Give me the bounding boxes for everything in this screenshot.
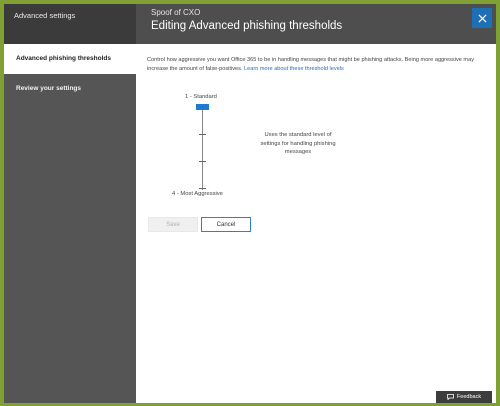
slider-tick: [199, 161, 206, 162]
panel-header: Spoof of CXO Editing Advanced phishing t…: [136, 4, 496, 44]
description: Control how aggressive you want Office 3…: [147, 56, 483, 73]
sidebar-item-advanced-phishing-thresholds[interactable]: Advanced phishing thresholds: [4, 44, 136, 74]
page-title: Editing Advanced phishing thresholds: [151, 20, 343, 32]
content-area: Control how aggressive you want Office 3…: [147, 56, 483, 73]
slider-tick: [199, 188, 206, 189]
slider-level-description: Uses the standard level of settings for …: [260, 132, 336, 155]
slider-thumb[interactable]: [196, 104, 209, 110]
feedback-label: Feedback: [456, 394, 482, 400]
sidebar: Advanced settings Advanced phishing thre…: [4, 4, 136, 403]
feedback-button[interactable]: Feedback: [436, 391, 492, 403]
learn-more-link[interactable]: Learn more about these threshold levels: [244, 66, 344, 72]
slider-track[interactable]: [202, 106, 203, 190]
sidebar-header: Advanced settings: [4, 4, 136, 44]
cancel-button[interactable]: Cancel: [201, 217, 251, 232]
slider-tick: [199, 134, 206, 135]
close-icon: [477, 13, 487, 23]
policy-name: Spoof of CXO: [151, 8, 201, 17]
save-button[interactable]: Save: [148, 217, 198, 232]
close-button[interactable]: [472, 8, 492, 28]
slider-label-most-aggressive: 4 - Most Aggressive: [172, 191, 223, 197]
chat-bubble-icon: [447, 394, 454, 400]
slider-label-standard: 1 - Standard: [185, 94, 217, 100]
threshold-slider: 1 - Standard 4 - Most Aggressive Uses th…: [147, 92, 387, 207]
sidebar-item-review-settings[interactable]: Review your settings: [4, 74, 136, 104]
settings-panel: Advanced settings Advanced phishing thre…: [4, 4, 496, 403]
